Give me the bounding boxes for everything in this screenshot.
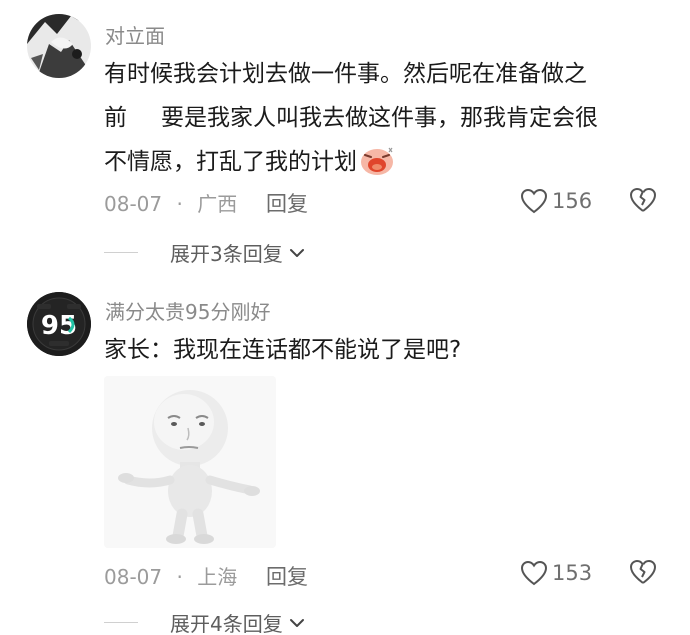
divider (104, 622, 138, 623)
heart-outline-icon (520, 188, 548, 214)
comment-date: 08-07 (104, 565, 163, 589)
comment-text: 有时候我会计划去做一件事。然后呢在准备做之 前 要是我家人叫我去做这件事，那我肯定… (104, 52, 674, 184)
avatar[interactable]: 95 (27, 292, 91, 356)
comment-text-line: 前 要是我家人叫我去做这件事，那我肯定会很 (104, 96, 674, 140)
broken-heart-icon (630, 560, 656, 584)
reply-button[interactable]: 回复 (266, 561, 308, 591)
dislike-button[interactable] (628, 186, 658, 216)
comment-meta: 08-07 · 上海 (104, 561, 237, 590)
chevron-down-icon (289, 248, 304, 257)
comment-text-line: 家长：我现在连话都不能说了是吧? (104, 337, 462, 363)
divider (104, 252, 138, 253)
comment-date: 08-07 (104, 192, 163, 216)
comment-list: 对立面 有时候我会计划去做一件事。然后呢在准备做之 前 要是我家人叫我去做这件事，… (0, 0, 690, 635)
like-count: 153 (552, 561, 593, 585)
avatar[interactable] (27, 14, 91, 78)
comment-username[interactable]: 对立面 (105, 20, 165, 49)
like-button[interactable]: 156 (520, 186, 592, 216)
chevron-down-icon (289, 618, 304, 627)
reply-button[interactable]: 回复 (266, 188, 308, 218)
comment-text-fragment: 要是我家人叫我去做这件事，那我肯定会很 (161, 105, 598, 131)
comment-text-line: 不情愿，打乱了我的计划 (104, 140, 674, 184)
comment-location: 上海 (197, 565, 238, 589)
expand-replies-button[interactable]: 展开3条回复 (104, 238, 305, 267)
yawn-emoji-icon (359, 146, 395, 176)
expand-replies-button[interactable]: 展开4条回复 (104, 608, 305, 635)
expand-replies-label: 展开3条回复 (170, 242, 283, 266)
like-count: 156 (552, 189, 593, 213)
comment-text: 家长：我现在连话都不能说了是吧? (104, 328, 674, 372)
comment-location: 广西 (197, 192, 238, 216)
comment-text-line: 有时候我会计划去做一件事。然后呢在准备做之 (104, 61, 587, 87)
comment-meta: 08-07 · 广西 (104, 188, 237, 217)
dislike-button[interactable] (628, 558, 658, 588)
meta-separator: · (176, 192, 183, 216)
broken-heart-icon (630, 188, 656, 212)
comment-text-fragment: 前 (104, 105, 127, 131)
comment-text-fragment: 不情愿，打乱了我的计划 (104, 149, 357, 175)
comment-item: 对立面 有时候我会计划去做一件事。然后呢在准备做之 前 要是我家人叫我去做这件事，… (0, 0, 690, 270)
meta-separator: · (176, 565, 183, 589)
like-button[interactable]: 153 (520, 558, 592, 588)
sticker-image[interactable] (104, 376, 276, 548)
comment-username[interactable]: 满分太贵95分刚好 (105, 296, 270, 325)
expand-replies-label: 展开4条回复 (170, 612, 283, 635)
heart-outline-icon (520, 560, 548, 586)
